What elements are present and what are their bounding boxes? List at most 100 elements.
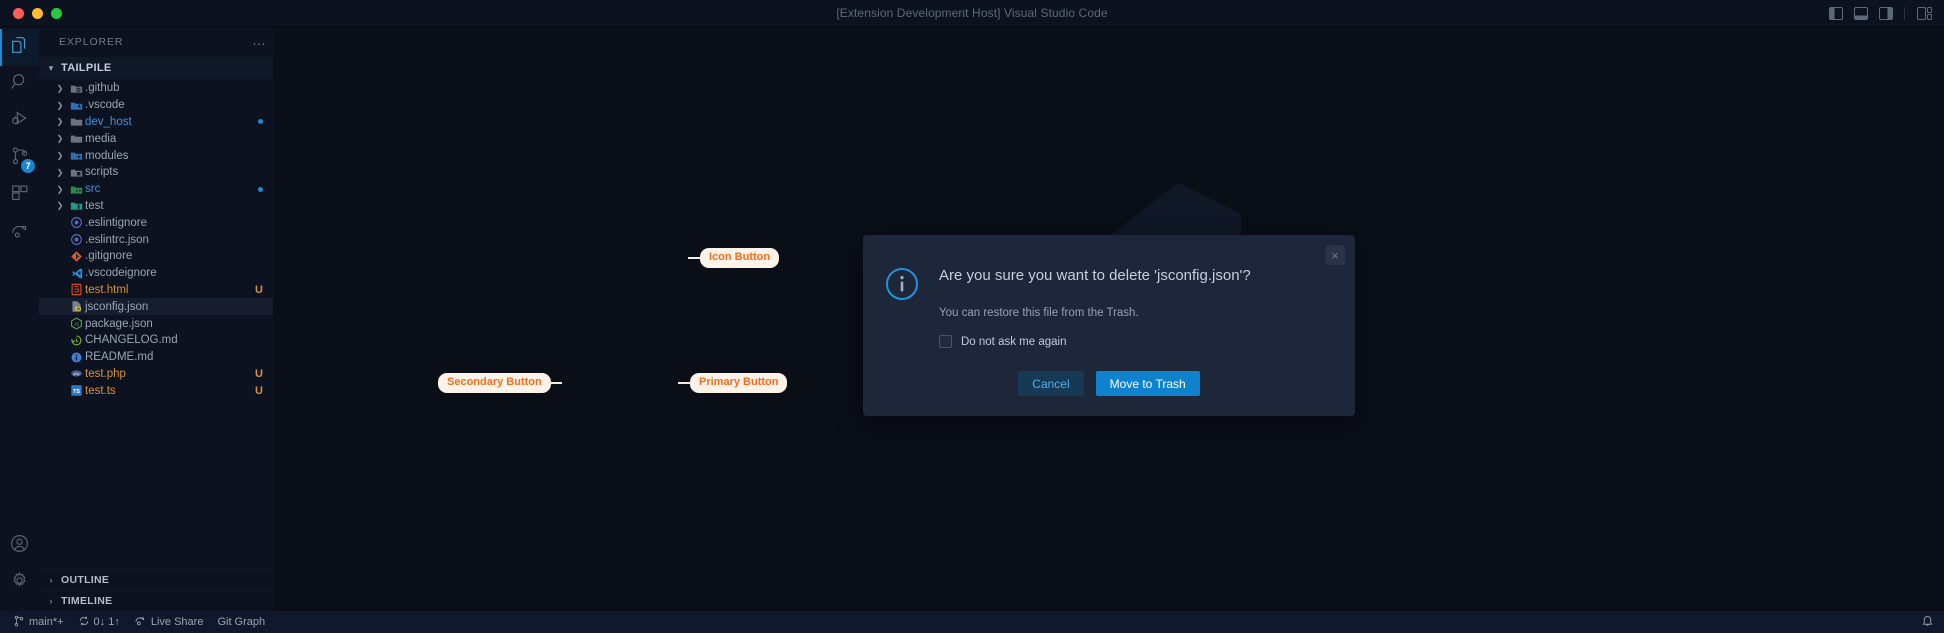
layout-divider xyxy=(1904,6,1906,20)
chevron-right-icon[interactable]: ❯ xyxy=(53,151,67,160)
editor-area: × Are you sure you want to delete 'jscon… xyxy=(274,27,1944,611)
sidebar-collapsed-sections: › OUTLINE › TIMELINE xyxy=(39,569,273,611)
tree-item-label: test xyxy=(85,199,104,212)
tree-folder-row[interactable]: ❯ .github xyxy=(39,80,273,97)
tree-item-label: test.ts xyxy=(85,384,116,397)
svg-text:JS: JS xyxy=(75,307,80,311)
chevron-right-icon[interactable]: ❯ xyxy=(53,168,67,177)
cancel-button[interactable]: Cancel xyxy=(1018,371,1084,396)
chevron-right-icon[interactable]: ❯ xyxy=(53,185,67,194)
window-title: [Extension Development Host] Visual Stud… xyxy=(836,6,1108,20)
minimize-window-button[interactable] xyxy=(32,7,43,19)
tree-item-label: .eslintignore xyxy=(85,216,148,229)
explorer-more-actions-icon[interactable]: … xyxy=(252,33,267,48)
tree-folder-row[interactable]: ❯ .vscode xyxy=(39,97,273,114)
annotation-icon-button: Icon Button xyxy=(700,248,780,268)
svg-text:php: php xyxy=(73,372,79,376)
bell-icon[interactable] xyxy=(1921,614,1934,630)
tree-item-label: .eslintrc.json xyxy=(85,233,149,246)
annotation-line-secondary-button xyxy=(548,382,562,384)
outline-section[interactable]: › OUTLINE xyxy=(39,569,273,590)
activity-item-live-share[interactable] xyxy=(0,214,39,251)
chevron-right-icon[interactable]: ❯ xyxy=(53,117,67,126)
toggle-secondary-sidebar-icon[interactable] xyxy=(1879,6,1893,20)
files-icon xyxy=(9,34,31,61)
live-share-icon xyxy=(9,219,31,246)
readme-icon xyxy=(67,351,85,364)
activity-item-manage[interactable] xyxy=(0,564,39,601)
tree-file-row[interactable]: JS jsconfig.json xyxy=(39,298,273,316)
explorer-folder-section[interactable]: ▾ TAILPILE xyxy=(39,57,273,79)
tree-file-row[interactable]: .eslintrc.json xyxy=(39,231,273,248)
tree-file-row[interactable]: test.html U xyxy=(39,282,273,299)
git-status-badge: U xyxy=(255,367,263,380)
do-not-ask-again-row[interactable]: Do not ask me again xyxy=(939,335,1333,348)
chevron-right-icon[interactable]: ❯ xyxy=(53,84,67,93)
vscode-window: [Extension Development Host] Visual Stud… xyxy=(0,0,1944,633)
tree-file-row[interactable]: .eslintignore xyxy=(39,214,273,231)
chevron-right-icon[interactable]: ❯ xyxy=(53,101,67,110)
status-git-graph[interactable]: Git Graph xyxy=(210,611,272,633)
move-to-trash-button[interactable]: Move to Trash xyxy=(1095,371,1200,396)
chevron-right-icon: › xyxy=(49,575,53,585)
dialog-detail: You can restore this file from the Trash… xyxy=(939,307,1139,319)
tree-file-row[interactable]: TS test.ts U xyxy=(39,382,273,399)
modified-indicator-dot xyxy=(258,119,263,125)
do-not-ask-again-label: Do not ask me again xyxy=(961,335,1067,348)
do-not-ask-again-checkbox[interactable] xyxy=(939,335,952,348)
svg-text:JS: JS xyxy=(73,321,78,326)
tree-file-row[interactable]: .gitignore xyxy=(39,248,273,265)
tree-item-label: test.php xyxy=(85,367,126,380)
chevron-right-icon[interactable]: ❯ xyxy=(53,201,67,210)
layout-controls xyxy=(1829,6,1944,20)
status-sync[interactable]: 0↓ 1↑ xyxy=(71,611,127,633)
sync-icon xyxy=(78,615,90,630)
status-branch[interactable]: main*+ xyxy=(6,611,71,633)
activity-item-run-and-debug[interactable] xyxy=(0,103,39,140)
tree-folder-row[interactable]: ❯ media xyxy=(39,130,273,147)
tree-folder-row[interactable]: ❯ modules xyxy=(39,147,273,164)
tree-folder-row[interactable]: ❯ test xyxy=(39,198,273,215)
zoom-window-button[interactable] xyxy=(51,7,62,19)
php-icon: php xyxy=(67,367,85,380)
tree-file-row[interactable]: .vscodeignore xyxy=(39,265,273,282)
dialog-close-button[interactable]: × xyxy=(1325,245,1345,265)
tree-item-label: test.html xyxy=(85,283,129,296)
file-tree[interactable]: ❯ .github ❯ .vscode ❯ dev_host ❯ media ❯ modules ❯… xyxy=(39,79,273,569)
activity-item-source-control[interactable]: 7 xyxy=(0,140,39,177)
git-branch-icon xyxy=(13,615,25,630)
activity-item-extensions[interactable] xyxy=(0,177,39,214)
live-share-icon xyxy=(134,614,147,630)
customize-layout-icon[interactable] xyxy=(1917,6,1932,20)
tree-folder-row[interactable]: ❯ dev_host xyxy=(39,114,273,131)
tree-folder-row[interactable]: ❯ scripts xyxy=(39,164,273,181)
timeline-label: TIMELINE xyxy=(61,595,113,607)
status-live-share[interactable]: Live Share xyxy=(127,611,211,633)
tree-folder-row[interactable]: ❯ src xyxy=(39,181,273,198)
activity-item-explorer[interactable] xyxy=(0,29,39,66)
modules-folder-icon xyxy=(67,149,85,162)
tree-file-row[interactable]: php test.php U xyxy=(39,366,273,383)
tree-item-label: .gitignore xyxy=(85,250,133,263)
activity-item-search[interactable] xyxy=(0,66,39,103)
gear-icon xyxy=(9,570,30,596)
status-live-share-label: Live Share xyxy=(150,616,204,628)
run-debug-icon xyxy=(9,108,31,135)
modal-overlay: × Are you sure you want to delete 'jscon… xyxy=(274,27,1944,611)
vscode-icon xyxy=(67,267,85,280)
tree-file-row[interactable]: CHANGELOG.md xyxy=(39,332,273,349)
account-icon xyxy=(9,533,30,559)
activity-item-accounts[interactable] xyxy=(0,527,39,564)
toggle-panel-icon[interactable] xyxy=(1854,6,1868,20)
timeline-section[interactable]: › TIMELINE xyxy=(39,590,273,611)
tree-file-row[interactable]: README.md xyxy=(39,349,273,366)
tree-file-row[interactable]: JS package.json xyxy=(39,315,273,332)
status-bar: main*+ 0↓ 1↑ Live Share Git Graph xyxy=(0,611,1944,633)
chevron-right-icon[interactable]: ❯ xyxy=(53,134,67,143)
vscode-folder-icon xyxy=(67,99,85,112)
dialog-actions: Cancel Move to Trash xyxy=(863,348,1355,416)
toggle-primary-sidebar-icon[interactable] xyxy=(1829,6,1843,20)
tree-item-label: .vscode xyxy=(85,99,125,112)
close-window-button[interactable] xyxy=(13,7,24,19)
dialog-message: Are you sure you want to delete 'jsconfi… xyxy=(939,267,1251,284)
